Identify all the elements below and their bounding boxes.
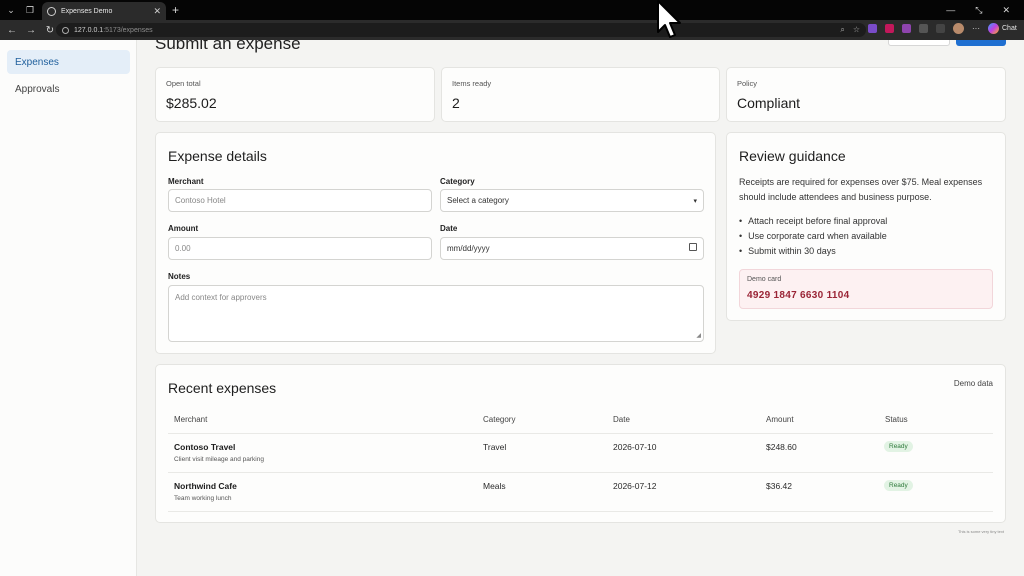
status-badge: Ready [884,441,913,452]
footer-tiny-text: This is some very tiny text [957,529,1004,534]
guidance-text: Receipts are required for expenses over … [739,177,983,202]
stat-label: Items ready [452,79,492,88]
forward-icon[interactable]: → [24,25,38,36]
category-select[interactable]: Select a category ▾ [440,189,704,212]
address-bar-actions: ⌕ ☆ [840,25,866,35]
restore-icon[interactable]: ⤡ [975,5,982,16]
profile-avatar[interactable] [953,23,964,34]
favorite-star-icon[interactable]: ☆ [853,25,860,35]
stat-label: Open total [166,79,201,88]
column-header-amount[interactable]: Amount [766,415,794,424]
extension-icon[interactable] [868,24,877,33]
amount-cell: $248.60 [766,442,797,452]
date-cell: 2026-07-10 [613,442,657,452]
collections-icon[interactable] [936,24,945,33]
recent-expenses-card: Recent expenses Demo data Merchant Categ… [155,364,1006,523]
stat-label: Policy [737,79,758,88]
amount-label: Amount [168,224,199,233]
browser-toolbar: ← → ↻ 127.0.0.1:5173/expenses ⌕ ☆ ··· Ch… [0,20,1024,40]
mouse-cursor-icon [657,0,681,38]
form-title: Expense details [168,148,267,164]
stat-value: $285.02 [166,95,217,111]
demo-card-number: 4929 1847 6630 1104 [747,290,850,301]
expense-details-card: Expense details Merchant Contoso Hotel C… [155,132,716,354]
close-window-icon[interactable]: ✕ [1002,5,1010,16]
category-label: Category [440,177,475,186]
new-tab-button[interactable]: + [172,3,179,17]
category-cell: Travel [483,442,507,452]
stat-card-open-total: Open total $285.02 [155,67,435,122]
note-cell: Client visit mileage and parking [174,456,264,463]
demo-card-box: Demo card 4929 1847 6630 1104 [739,269,993,309]
recent-title: Recent expenses [168,380,277,396]
stat-card-items-ready: Items ready 2 [441,67,720,122]
list-item: Submit within 30 days [739,244,887,259]
column-header-category[interactable]: Category [483,415,515,424]
zoom-icon[interactable]: ⌕ [840,25,844,35]
notes-label: Notes [168,272,191,281]
table-divider [168,511,993,512]
merchant-cell: Contoso Travel [174,442,236,452]
amount-cell: $36.42 [766,481,792,491]
review-guidance-card: Review guidance Receipts are required fo… [726,132,1006,321]
category-cell: Meals [483,481,506,491]
table-divider [168,472,993,473]
stat-card-policy: Policy Compliant [726,67,1006,122]
merchant-label: Merchant [168,177,204,186]
merchant-cell: Northwind Cafe [174,481,237,491]
sidebar-item-expenses[interactable]: Expenses [7,50,130,74]
page-title: Submit an expense [155,40,301,53]
date-cell: 2026-07-12 [613,481,657,491]
demo-data-tag: Demo data [953,379,993,388]
status-badge: Ready [884,480,913,491]
primary-header-button[interactable] [956,40,1006,46]
globe-icon [47,6,56,16]
secondary-header-button[interactable] [888,40,950,46]
date-input[interactable]: mm/dd/yyyy [440,237,704,260]
tab-menu-icon[interactable]: ⌄ [3,2,19,18]
resize-handle-icon[interactable]: ◢ [696,332,701,339]
guidance-title: Review guidance [739,148,846,164]
calendar-icon[interactable] [689,243,697,251]
extensions-row: ··· Chat ⌄ [868,23,1024,34]
note-cell: Team working lunch [174,495,232,502]
more-options-icon[interactable]: ··· [972,24,980,33]
list-item: Use corporate card when available [739,229,887,244]
chevron-down-icon: ▾ [693,197,697,205]
main-content: Submit an expense Open total $285.02 Ite… [137,40,1024,576]
column-header-date[interactable]: Date [613,415,630,424]
window-controls: — ⤡ ✕ [946,5,1024,16]
column-header-status[interactable]: Status [885,415,908,424]
browser-tabstrip: ⌄ ❐ Expenses Demo ✕ + — ⤡ ✕ [0,0,1024,20]
notes-textarea[interactable]: Add context for approvers ◢ [168,285,704,342]
copilot-icon [988,23,999,34]
amount-input[interactable]: 0.00 [168,237,432,260]
extension-icon[interactable] [902,24,911,33]
extensions-puzzle-icon[interactable] [919,24,928,33]
address-bar[interactable]: 127.0.0.1:5173/expenses ⌕ ☆ [56,23,866,37]
reload-icon[interactable]: ↻ [43,25,57,36]
tab-title: Expenses Demo [61,7,113,15]
back-icon[interactable]: ← [5,25,19,36]
url-text: 127.0.0.1:5173/expenses [74,26,153,34]
sidebar: Expenses Approvals [0,40,137,576]
column-header-merchant[interactable]: Merchant [174,415,207,424]
stat-value: 2 [452,95,460,111]
browser-tab[interactable]: Expenses Demo ✕ [42,2,166,20]
site-info-icon[interactable] [62,26,69,34]
stat-value: Compliant [737,95,801,111]
sidebar-item-approvals[interactable]: Approvals [7,77,130,101]
demo-card-label: Demo card [747,276,782,283]
extension-icon[interactable] [885,24,894,33]
date-label: Date [440,224,458,233]
table-divider [168,433,993,434]
minimize-icon[interactable]: — [946,5,955,16]
merchant-input[interactable]: Contoso Hotel [168,189,432,212]
list-item: Attach receipt before final approval [739,214,887,229]
workspaces-icon[interactable]: ❐ [22,2,38,18]
close-tab-icon[interactable]: ✕ [153,6,161,17]
guidance-list: Attach receipt before final approval Use… [739,214,887,259]
copilot-chat-button[interactable]: Chat [988,23,1017,34]
